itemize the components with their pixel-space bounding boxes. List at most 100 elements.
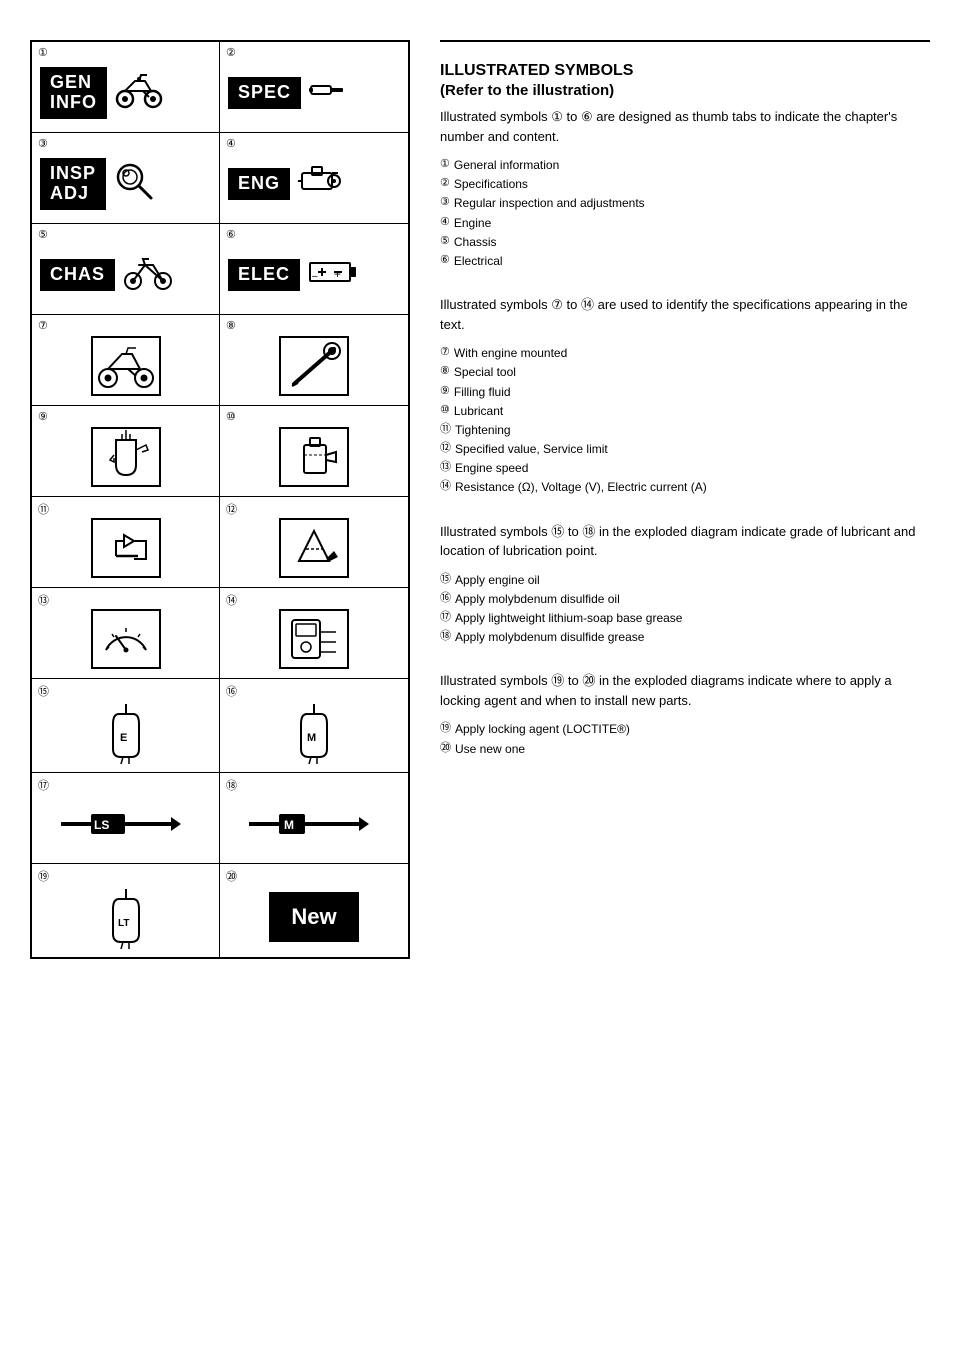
cell-13: ⑬ — [32, 588, 220, 678]
cell-14: ⑭ — [220, 588, 408, 678]
list-item-1-3: ③Regular inspection and adjustments — [440, 194, 930, 213]
list-item-2-8: ⑭Resistance (Ω), Voltage (V), Electric c… — [440, 478, 930, 497]
intro-text-3: Illustrated symbols ⑮ to ⑱ in the explod… — [440, 522, 930, 561]
new-box-20: New — [269, 892, 358, 942]
cell-number-8: ⑧ — [226, 319, 236, 332]
list-item-2-3: ⑨Filling fluid — [440, 383, 930, 402]
section-4: Illustrated symbols ⑲ to ⑳ in the explod… — [440, 671, 930, 758]
cell-number-6: ⑥ — [226, 228, 236, 241]
moly-oil-icon-16: M — [289, 699, 339, 764]
cell-content-10 — [228, 426, 400, 488]
cell-number-5: ⑤ — [38, 228, 48, 241]
cell-number-3: ③ — [38, 137, 48, 150]
top-line — [440, 40, 930, 42]
list-2: ⑦With engine mounted ⑧Special tool ⑨Fill… — [440, 344, 930, 498]
motorcycle-box-7 — [91, 336, 161, 396]
section-2: Illustrated symbols ⑦ to ⑭ are used to i… — [440, 295, 930, 498]
cell-content-2: SPEC — [228, 62, 400, 124]
cell-5: ⑤ CHAS — [32, 224, 220, 314]
cell-content-16: M — [228, 699, 400, 764]
cell-12: ⑫ — [220, 497, 408, 587]
intro-text-1: Illustrated symbols ① to ⑥ are designed … — [440, 107, 930, 146]
cell-content-17: LS — [40, 793, 211, 855]
filling-fluid-box-9 — [91, 427, 161, 487]
cell-9: ⑨ — [32, 406, 220, 496]
intro-text-2: Illustrated symbols ⑦ to ⑭ are used to i… — [440, 295, 930, 334]
cell-content-11 — [40, 517, 211, 579]
tab-label-4: ENG — [228, 168, 290, 200]
list-item-1-2: ②Specifications — [440, 175, 930, 194]
list-item-1-6: ⑥Electrical — [440, 252, 930, 271]
cell-number-16: ⑯ — [226, 683, 237, 699]
list-item-3-3: ⑰Apply lightweight lithium-soap base gre… — [440, 609, 930, 628]
cell-content-5: CHAS — [40, 244, 211, 306]
battery-icon-6: – + — [308, 259, 358, 292]
symbol-row-6: ⑪ ⑫ — [32, 497, 408, 588]
lubricant-box-10 — [279, 427, 349, 487]
symbol-row-8: ⑮ E ⑯ — [32, 679, 408, 773]
bicycle-icon-5 — [123, 253, 173, 298]
main-title: ILLUSTRATED SYMBOLS — [440, 62, 930, 80]
section-3: Illustrated symbols ⑮ to ⑱ in the explod… — [440, 522, 930, 648]
section-intro: ILLUSTRATED SYMBOLS (Refer to the illust… — [440, 62, 930, 271]
page: ① GENINFO — [0, 0, 960, 989]
cell-content-9 — [40, 426, 211, 488]
cell-number-10: ⑩ — [226, 410, 236, 423]
cell-number-19: ⑲ — [38, 868, 49, 884]
list-item-1-5: ⑤Chassis — [440, 233, 930, 252]
engine-oil-icon-15: E — [101, 699, 151, 764]
tab-label-2: SPEC — [228, 77, 301, 109]
svg-text:LT: LT — [118, 918, 129, 929]
cell-number-11: ⑪ — [38, 501, 49, 517]
cell-11: ⑪ — [32, 497, 220, 587]
cell-18: ⑱ M — [220, 773, 408, 863]
cell-15: ⑮ E — [32, 679, 220, 772]
symbol-row-5: ⑨ ⑩ — [32, 406, 408, 497]
list-item-2-5: ⑪Tightening — [440, 421, 930, 440]
tightening-box-11 — [91, 518, 161, 578]
cell-content-7 — [40, 335, 211, 397]
tab-label-1: GENINFO — [40, 67, 107, 119]
cell-2: ② SPEC — [220, 42, 408, 132]
list-item-4-1: ⑲Apply locking agent (LOCTITE®) — [440, 720, 930, 739]
cell-3: ③ INSPADJ — [32, 133, 220, 223]
svg-text:E: E — [120, 732, 127, 744]
cell-number-17: ⑰ — [38, 777, 49, 793]
cell-20: ⑳ New — [220, 864, 408, 957]
wrench-icon-2 — [309, 72, 345, 115]
cell-number-18: ⑱ — [226, 777, 237, 793]
svg-text:M: M — [284, 818, 294, 832]
list-item-2-6: ⑫Specified value, Service limit — [440, 440, 930, 459]
tab-label-3: INSPADJ — [40, 158, 106, 210]
cell-number-15: ⑮ — [38, 683, 49, 699]
cell-content-20: New — [228, 884, 400, 949]
cell-number-4: ④ — [226, 137, 236, 150]
list-item-4-2: ⑳Use new one — [440, 740, 930, 759]
cell-number-20: ⑳ — [226, 868, 237, 884]
cell-content-14 — [228, 608, 400, 670]
right-panel: ILLUSTRATED SYMBOLS (Refer to the illust… — [430, 40, 930, 783]
cell-8: ⑧ — [220, 315, 408, 405]
cell-number-12: ⑫ — [226, 501, 237, 517]
symbol-row-7: ⑬ — [32, 588, 408, 679]
cell-content-8 — [228, 335, 400, 397]
cell-content-6: ELEC – + — [228, 244, 400, 306]
cell-content-12 — [228, 517, 400, 579]
service-limit-box-12 — [279, 518, 349, 578]
tab-label-6: ELEC — [228, 259, 300, 291]
list-1: ①General information ②Specifications ③Re… — [440, 156, 930, 271]
symbol-row-2: ③ INSPADJ ④ ENG — [32, 133, 408, 224]
symbols-grid: ① GENINFO — [30, 40, 410, 959]
cell-content-15: E — [40, 699, 211, 764]
symbol-row-9: ⑰ LS ⑱ — [32, 773, 408, 864]
list-3: ⑮Apply engine oil ⑯Apply molybdenum disu… — [440, 571, 930, 648]
list-item-2-1: ⑦With engine mounted — [440, 344, 930, 363]
list-item-2-7: ⑬Engine speed — [440, 459, 930, 478]
list-item-1-1: ①General information — [440, 156, 930, 175]
motorcycle-icon-1 — [115, 71, 163, 116]
cell-number-2: ② — [226, 46, 236, 59]
cell-content-1: GENINFO — [40, 62, 211, 124]
loctite-icon-19: LT — [101, 884, 151, 949]
engine-icon-4 — [298, 163, 342, 206]
symbol-row-4: ⑦ ⑧ — [32, 315, 408, 406]
